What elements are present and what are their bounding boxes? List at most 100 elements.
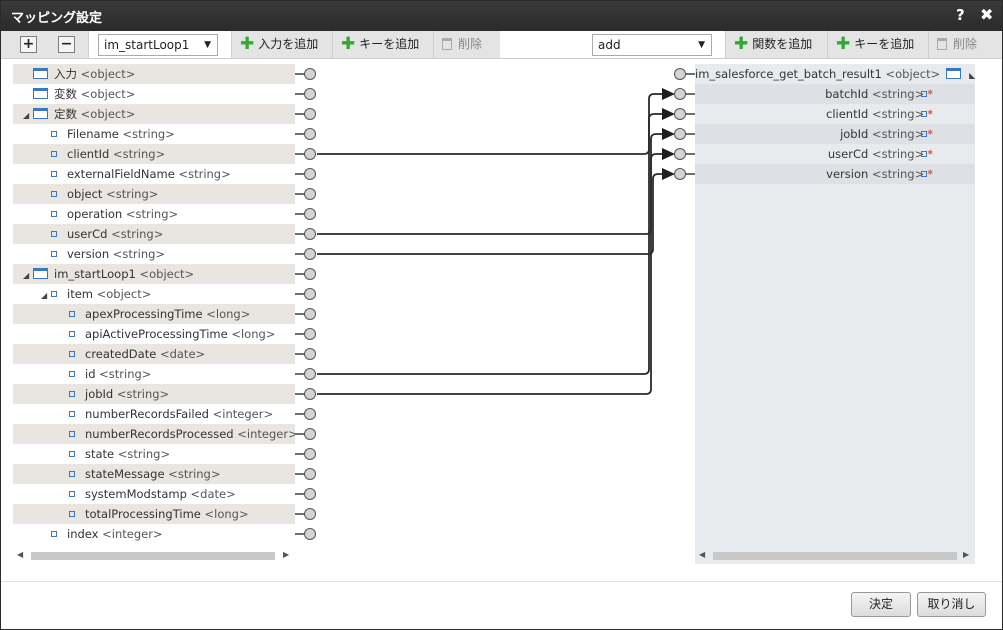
field-node-icon [51, 251, 57, 257]
field-node-icon [69, 351, 75, 357]
source-tree-row[interactable]: clientId <string> [13, 144, 295, 164]
source-tree-row[interactable]: totalProcessingTime <long> [13, 504, 295, 524]
target-connector-handle[interactable] [674, 88, 686, 100]
source-tree-row[interactable]: operation <string> [13, 204, 295, 224]
source-tree-row[interactable]: createdDate <date> [13, 344, 295, 364]
source-connector-handle[interactable] [304, 88, 316, 100]
collapse-all-button[interactable]: − [58, 36, 75, 53]
source-field-type: <string> [99, 367, 152, 381]
ok-button[interactable]: 決定 [851, 592, 911, 617]
field-node-icon [69, 511, 75, 517]
scroll-thumb[interactable] [31, 552, 275, 560]
target-connector-handle[interactable] [674, 168, 686, 180]
source-tree-row[interactable]: apexProcessingTime <long> [13, 304, 295, 324]
close-icon[interactable]: ✖ [980, 5, 993, 24]
source-connector-handle[interactable] [304, 268, 316, 280]
source-connector-handle[interactable] [304, 248, 316, 260]
help-icon[interactable]: ? [956, 6, 965, 24]
source-tree-row[interactable]: systemModstamp <date> [13, 484, 295, 504]
source-connector-handle[interactable] [304, 168, 316, 180]
source-tree-row[interactable]: Filename <string> [13, 124, 295, 144]
source-tree-row[interactable]: id <string> [13, 364, 295, 384]
source-connector-handle[interactable] [304, 148, 316, 160]
source-connector-handle[interactable] [304, 468, 316, 480]
source-tree-row[interactable]: numberRecordsFailed <integer> [13, 404, 295, 424]
expand-toggle-icon[interactable]: ◢ [41, 286, 51, 304]
add-input-button[interactable]: ✚ 入力を追加 [231, 31, 332, 58]
source-connector-handle[interactable] [304, 448, 316, 460]
target-tree-row[interactable]: clientId <string> * [695, 104, 975, 124]
add-function-button[interactable]: ✚ 関数を追加 [725, 31, 827, 58]
source-tree-row[interactable]: 入力 <object> [13, 64, 295, 84]
source-tree-row[interactable]: object <string> [13, 184, 295, 204]
target-tree-row[interactable]: im_salesforce_get_batch_result1 <object>… [695, 64, 975, 84]
source-tree-row[interactable]: stateMessage <string> [13, 464, 295, 484]
source-field-type: <integer> [237, 427, 295, 441]
delete-left-button[interactable]: 削除 [433, 31, 500, 58]
source-field-type: <string> [106, 187, 159, 201]
source-connector-handle[interactable] [304, 528, 316, 540]
source-tree-row[interactable]: externalFieldName <string> [13, 164, 295, 184]
add-key-right-button[interactable]: ✚ キーを追加 [827, 31, 928, 58]
source-tree-row[interactable]: ◢ 定数 <object> [13, 104, 295, 124]
source-connector-handle[interactable] [304, 368, 316, 380]
add-key-left-button[interactable]: ✚ キーを追加 [332, 31, 433, 58]
expand-toggle-icon[interactable]: ◢ [23, 106, 33, 124]
scroll-left-icon[interactable]: ◀ [17, 550, 23, 559]
source-connector-handle[interactable] [304, 408, 316, 420]
target-tree-row[interactable]: userCd <string> * [695, 144, 975, 164]
target-horizontal-scrollbar[interactable]: ◀ ▶ [699, 550, 973, 562]
trash-icon [442, 38, 452, 50]
source-tree-row[interactable]: apiActiveProcessingTime <long> [13, 324, 295, 344]
right-target-select[interactable]: add ▼ [592, 34, 712, 56]
source-connector-handle[interactable] [304, 488, 316, 500]
source-connector-handle[interactable] [304, 328, 316, 340]
left-source-select[interactable]: im_startLoop1 ▼ [98, 34, 218, 56]
object-node-icon [33, 268, 48, 279]
source-connector-handle[interactable] [304, 228, 316, 240]
mapping-dialog: マッピング設定 ? ✖ + − im_startLoop1 ▼ ✚ 入力を追加 ✚ キ… [0, 0, 1003, 630]
target-connector-handle[interactable] [674, 148, 686, 160]
source-connector-handle[interactable] [304, 68, 316, 80]
source-tree-row[interactable]: state <string> [13, 444, 295, 464]
expand-toggle-icon[interactable]: ◣ [965, 66, 975, 86]
expand-all-button[interactable]: + [20, 36, 37, 53]
scroll-left-icon[interactable]: ◀ [699, 550, 705, 559]
target-tree-row[interactable]: batchId <string> * [695, 84, 975, 104]
source-connector-handle[interactable] [304, 108, 316, 120]
source-connector-handle[interactable] [304, 308, 316, 320]
target-tree-row[interactable]: jobId <string> * [695, 124, 975, 144]
target-connector-handle[interactable] [674, 128, 686, 140]
target-connector-handle[interactable] [674, 68, 686, 80]
source-field-type: <string> [122, 127, 175, 141]
field-node-icon [51, 171, 57, 177]
source-tree-row[interactable]: numberRecordsProcessed <integer> [13, 424, 295, 444]
source-tree-row[interactable]: userCd <string> [13, 224, 295, 244]
cancel-button[interactable]: 取り消し [917, 592, 986, 617]
source-tree-row[interactable]: ◢ im_startLoop1 <object> [13, 264, 295, 284]
source-connector-handle[interactable] [304, 288, 316, 300]
dropdown-arrow-icon: ▼ [204, 40, 211, 50]
source-connector-handle[interactable] [304, 508, 316, 520]
target-connector-handle[interactable] [674, 108, 686, 120]
source-tree-row[interactable]: index <integer> [13, 524, 295, 544]
source-connector-handle[interactable] [304, 428, 316, 440]
source-connector-handle[interactable] [304, 188, 316, 200]
source-tree-row[interactable]: 変数 <object> [13, 84, 295, 104]
scroll-right-icon[interactable]: ▶ [283, 550, 289, 559]
expand-toggle-icon[interactable]: ◢ [23, 266, 33, 284]
source-connector-handle[interactable] [304, 348, 316, 360]
target-tree-row[interactable]: version <string> * [695, 164, 975, 184]
object-node-icon [33, 68, 48, 79]
source-tree-row[interactable]: jobId <string> [13, 384, 295, 404]
source-horizontal-scrollbar[interactable]: ◀ ▶ [17, 550, 293, 562]
source-connector-handle[interactable] [304, 128, 316, 140]
delete-right-button[interactable]: 削除 [928, 31, 1002, 58]
plus-icon: ✚ [240, 34, 255, 54]
source-tree-row[interactable]: ◢ item <object> [13, 284, 295, 304]
scroll-right-icon[interactable]: ▶ [963, 550, 969, 559]
scroll-thumb[interactable] [713, 552, 957, 560]
source-connector-handle[interactable] [304, 388, 316, 400]
source-connector-handle[interactable] [304, 208, 316, 220]
source-tree-row[interactable]: version <string> [13, 244, 295, 264]
